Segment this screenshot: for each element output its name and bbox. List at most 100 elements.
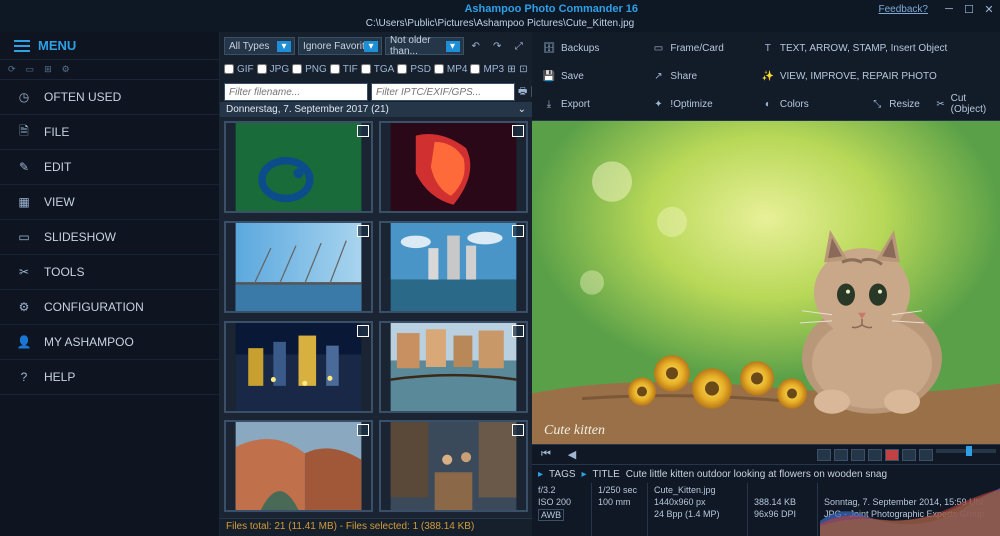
quick-item[interactable]: ⟳ [8, 64, 16, 75]
quick-item[interactable]: ⚙ [62, 64, 70, 75]
thumbnail[interactable] [379, 420, 528, 512]
preview-image[interactable]: Cute kitten [532, 121, 1000, 444]
meta-mp: 24 Bpp (1.4 MP) [654, 509, 741, 519]
meta-size: 388.14 KB [754, 497, 811, 507]
thumbnail[interactable] [379, 321, 528, 413]
fmt-gif[interactable]: GIF [224, 64, 254, 75]
filter-meta-input[interactable] [371, 83, 515, 101]
tool-share[interactable]: ↗Share [647, 62, 756, 90]
tool-resize[interactable]: ⤡Resize [870, 97, 920, 111]
thumb-checkbox[interactable] [357, 325, 369, 337]
quick-item[interactable]: ⊞ [44, 64, 52, 75]
info-nav-first[interactable]: ⏮ [536, 445, 556, 465]
tool-colors[interactable]: ◐Colors [757, 90, 866, 118]
tool-cut[interactable]: ✂Cut (Object) [935, 93, 990, 115]
view-mode-3[interactable] [851, 449, 865, 461]
tool-save[interactable]: 💾Save [538, 62, 647, 90]
fmt-tga[interactable]: TGA [361, 64, 395, 75]
file-browser: All Types Ignore Favorites Not older tha… [220, 32, 532, 536]
user-icon: 👤 [16, 334, 32, 350]
thumb-checkbox[interactable] [512, 325, 524, 337]
feedback-link[interactable]: Feedback? [879, 4, 928, 15]
meta-dims: 1440x960 px [654, 497, 741, 507]
thumbnail[interactable] [224, 121, 373, 213]
tags-bar: ▸ TAGS ▸ TITLE Cute little kitten outdoo… [532, 465, 1000, 483]
zoom-slider[interactable] [936, 449, 996, 453]
view-mode-4[interactable] [868, 449, 882, 461]
tool-improve[interactable]: ✨VIEW, IMPROVE, REPAIR PHOTO [757, 62, 994, 90]
view-mode-2[interactable] [834, 449, 848, 461]
close-button[interactable]: ✕ [982, 2, 996, 16]
thumbnail[interactable] [379, 121, 528, 213]
view-mode-6[interactable] [902, 449, 916, 461]
clock-icon: ◷ [16, 89, 32, 105]
fmt-tif[interactable]: TIF [330, 64, 358, 75]
fmt-mp4[interactable]: MP4 [434, 64, 468, 75]
save-icon: 💾 [542, 69, 556, 83]
date-group-header[interactable]: Donnerstag, 7. September 2017 (21) ⌄ [220, 102, 532, 117]
breadcrumb-path: C:\Users\Public\Pictures\Ashampoo Pictur… [0, 18, 1000, 32]
menu-toggle[interactable]: MENU [0, 32, 219, 60]
meta-awb: AWB [538, 509, 564, 521]
quick-access-bar: ⟳ ▭ ⊞ ⚙ [0, 60, 219, 80]
thumb-checkbox[interactable] [512, 424, 524, 436]
colors-icon: ◐ [761, 97, 775, 111]
maximize-button[interactable]: ☐ [962, 2, 976, 16]
thumb-checkbox[interactable] [357, 424, 369, 436]
gear-icon: ⚙ [16, 299, 32, 315]
fmt-psd[interactable]: PSD [397, 64, 431, 75]
sidebar-item-slideshow[interactable]: ▭ SLIDESHOW [0, 220, 219, 255]
print-icon[interactable]: 🖶 [518, 82, 527, 102]
thumbnail-grid [220, 117, 532, 518]
monitor-icon: ▭ [16, 229, 32, 245]
sidebar-item-my-ashampoo[interactable]: 👤 MY ASHAMPOO [0, 325, 219, 360]
filter-date-dropdown[interactable]: Not older than... [385, 37, 463, 55]
expand-button[interactable]: ⤢ [510, 36, 529, 56]
sidebar-item-often-used[interactable]: ◷ OFTEN USED [0, 80, 219, 115]
sort-icon[interactable]: ⊡ [519, 59, 528, 79]
view-mode-7[interactable] [919, 449, 933, 461]
filter-types-dropdown[interactable]: All Types [224, 37, 295, 55]
sidebar-item-view[interactable]: ▦ VIEW [0, 185, 219, 220]
meta-dpi: 96x96 DPI [754, 509, 811, 519]
info-nav-prev[interactable]: ◀ [562, 445, 582, 465]
cut-icon: ✂ [935, 97, 945, 111]
filter-favorites-dropdown[interactable]: Ignore Favorites [298, 37, 382, 55]
fmt-jpg[interactable]: JPG [257, 64, 289, 75]
view-mode-1[interactable] [817, 449, 831, 461]
sidebar-item-help[interactable]: ? HELP [0, 360, 219, 395]
undo-button[interactable]: ↶ [467, 36, 486, 56]
sidebar-item-tools[interactable]: ✂ TOOLS [0, 255, 219, 290]
thumbnail[interactable] [224, 321, 373, 413]
thumb-checkbox[interactable] [512, 225, 524, 237]
title-expand-icon[interactable]: ▸ [582, 469, 587, 480]
optimize-icon: ✦ [651, 97, 665, 111]
sidebar-item-edit[interactable]: ✎ EDIT [0, 150, 219, 185]
filter-filename-input[interactable] [224, 83, 368, 101]
tags-expand-icon[interactable]: ▸ [538, 469, 543, 480]
tool-export[interactable]: ⤓Export [538, 90, 647, 118]
thumbnail[interactable] [379, 221, 528, 313]
browser-statusbar: Files total: 21 (11.41 MB) - Files selec… [220, 518, 532, 536]
tool-frame[interactable]: ▭Frame/Card [647, 34, 756, 62]
sidebar-item-configuration[interactable]: ⚙ CONFIGURATION [0, 290, 219, 325]
thumb-checkbox[interactable] [357, 125, 369, 137]
meta-shutter: 1/250 sec [598, 485, 641, 495]
grid-view-icon[interactable]: ⊞ [507, 59, 516, 79]
sidebar-item-file[interactable]: 🗎 FILE [0, 115, 219, 150]
tool-backups[interactable]: 🗄Backups [538, 34, 647, 62]
quick-item[interactable]: ▭ [26, 64, 35, 75]
fmt-mp3[interactable]: MP3 [470, 64, 504, 75]
app-title: Ashampoo Photo Commander 16 [230, 3, 873, 15]
minimize-button[interactable]: ─ [942, 2, 956, 16]
redo-button[interactable]: ↷ [488, 36, 507, 56]
thumb-checkbox[interactable] [357, 225, 369, 237]
thumbnail[interactable] [224, 420, 373, 512]
collapse-icon[interactable]: ⌄ [518, 104, 526, 115]
thumbnail[interactable] [224, 221, 373, 313]
view-mode-5[interactable] [885, 449, 899, 461]
fmt-png[interactable]: PNG [292, 64, 327, 75]
tool-text-arrow-stamp[interactable]: TTEXT, ARROW, STAMP, Insert Object [757, 34, 994, 62]
tool-optimize[interactable]: ✦!Optimize [647, 90, 756, 118]
thumb-checkbox[interactable] [512, 125, 524, 137]
